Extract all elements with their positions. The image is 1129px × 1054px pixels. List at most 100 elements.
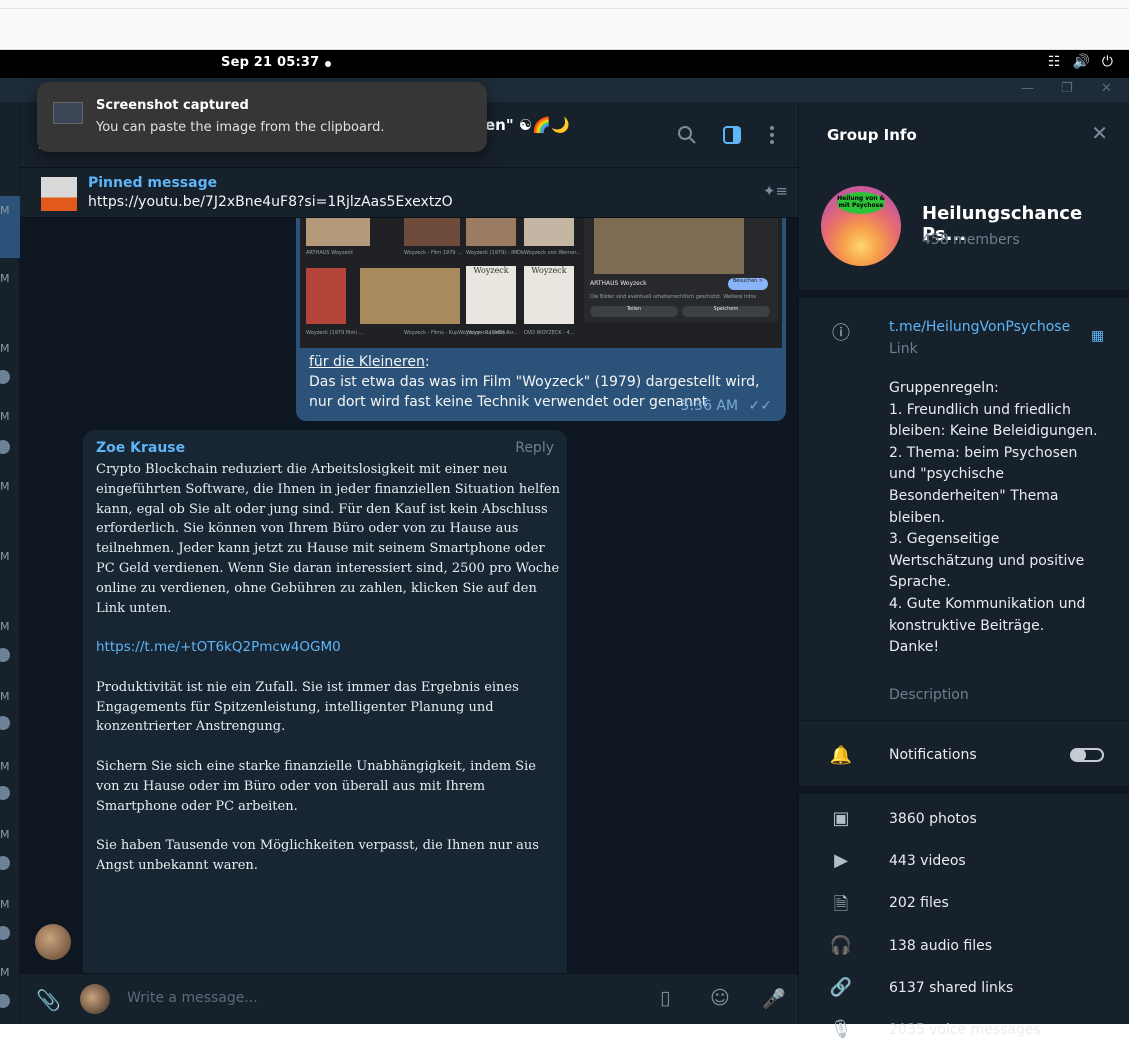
bot-commands-icon[interactable]: ▯ bbox=[660, 987, 670, 1009]
preview-title: ARTHAUS Woyzeck bbox=[590, 280, 647, 287]
volume-icon[interactable]: 🔊 bbox=[1072, 54, 1089, 70]
media-label: 3860 photos bbox=[889, 811, 977, 827]
image-tile bbox=[360, 268, 460, 324]
notifications-toggle[interactable] bbox=[1070, 748, 1104, 762]
microphone-icon[interactable]: 🎤 bbox=[762, 987, 786, 1010]
send-as-avatar[interactable] bbox=[80, 984, 110, 1014]
reply-button[interactable]: Reply bbox=[515, 440, 554, 456]
chat-list-time: M bbox=[0, 898, 10, 911]
chat-list-collapsed[interactable]: M M M M M M M M M M M M bbox=[0, 102, 20, 1024]
image-tile bbox=[306, 268, 346, 324]
message-link[interactable]: https://t.me/+tOT6kQ2Pmcw4OGM0 bbox=[96, 639, 341, 655]
group-info-panel: Group Info ✕ Heilung von & mit Psychose … bbox=[798, 102, 1129, 1040]
group-link[interactable]: t.me/HeilungVonPsychose bbox=[889, 319, 1070, 335]
chat-area: en" ☯🌈🌙 458 members Pinned message https… bbox=[20, 102, 798, 1024]
emoji-icon[interactable]: ☺ bbox=[710, 987, 730, 1009]
pinned-list-icon[interactable]: ✦≡ bbox=[763, 182, 788, 200]
media-label: 138 audio files bbox=[889, 938, 993, 954]
media-row-audio[interactable]: 🎧 138 audio files bbox=[799, 928, 1129, 970]
pinned-message-bar[interactable]: Pinned message https://youtu.be/7J2xBne4… bbox=[20, 168, 798, 218]
divider bbox=[799, 786, 1129, 794]
close-icon[interactable]: ✕ bbox=[1091, 121, 1108, 145]
incoming-body: Crypto Blockchain reduziert die Arbeitsl… bbox=[96, 460, 562, 896]
preview-image bbox=[594, 218, 744, 274]
pinned-thumbnail bbox=[41, 177, 77, 211]
screenshot-image[interactable]: ARTHAUS Woyzeck Woyzeck - Film 1979 ... … bbox=[300, 218, 782, 348]
video-icon: ▶ bbox=[834, 850, 848, 871]
sidebar-toggle-icon[interactable] bbox=[721, 124, 743, 146]
pinned-text[interactable]: https://youtu.be/7J2xBne4uF8?si=1RjlzAas… bbox=[88, 194, 453, 210]
preview-save-button: Speichern bbox=[682, 306, 770, 317]
chat-list-time: M bbox=[0, 480, 10, 493]
message-paragraph: Crypto Blockchain reduziert die Arbeitsl… bbox=[96, 462, 560, 616]
bell-icon: 🔔 bbox=[829, 745, 853, 766]
chat-title[interactable]: en" ☯🌈🌙 bbox=[485, 116, 570, 134]
image-tile bbox=[306, 218, 370, 246]
image-tile bbox=[466, 218, 516, 246]
qr-code-icon[interactable]: ▦ bbox=[1091, 328, 1104, 344]
unread-badge bbox=[0, 786, 10, 800]
power-icon[interactable]: ⏻ bbox=[1102, 54, 1113, 70]
rules-line: 1. Freundlich und friedlich bleiben: Kei… bbox=[889, 401, 1098, 440]
chat-list-time: M bbox=[0, 828, 10, 841]
unread-badge bbox=[0, 716, 10, 730]
unread-badge bbox=[0, 440, 10, 454]
chat-list-time: M bbox=[0, 620, 10, 633]
browser-strip bbox=[0, 0, 1129, 50]
media-row-photos[interactable]: ▣ 3860 photos bbox=[799, 801, 1129, 843]
message-input[interactable]: Write a message... bbox=[127, 990, 258, 1006]
message-link[interactable]: für die Kleineren bbox=[309, 354, 425, 370]
description-caption: Description bbox=[889, 687, 969, 703]
message-paragraph: Sie haben Tausende von Möglichkeiten ver… bbox=[96, 838, 539, 873]
headphones-icon: 🎧 bbox=[829, 935, 853, 956]
preview-visit-button: Besuchen > bbox=[728, 278, 768, 290]
incoming-message[interactable]: Zoe Krause Reply Crypto Blockchain reduz… bbox=[83, 430, 567, 1024]
more-options-icon[interactable] bbox=[761, 124, 783, 146]
unread-badge bbox=[0, 994, 10, 1008]
unread-badge bbox=[0, 926, 10, 940]
divider bbox=[799, 290, 1129, 298]
image-caption: Woyzeck (1979) - IMDb bbox=[466, 250, 525, 256]
image-caption: DVD WOYZECK - 4... bbox=[524, 330, 575, 336]
sender-name[interactable]: Zoe Krause bbox=[96, 440, 185, 456]
chat-list-time: M bbox=[0, 410, 10, 423]
screenshot-notification[interactable]: Screenshot captured You can paste the im… bbox=[37, 82, 487, 152]
sender-avatar[interactable] bbox=[35, 924, 71, 960]
outgoing-message[interactable]: ARTHAUS Woyzeck Woyzeck - Film 1979 ... … bbox=[296, 218, 786, 421]
info-icon: ⓘ bbox=[832, 323, 850, 344]
message-meta: 5:36 AM ✓✓ bbox=[681, 398, 772, 414]
media-row-links[interactable]: 🔗 6137 shared links bbox=[799, 970, 1129, 1012]
chat-list-time: M bbox=[0, 550, 10, 563]
network-icon[interactable]: ☷ bbox=[1048, 54, 1061, 70]
media-label: 202 files bbox=[889, 895, 949, 911]
poster-tile: Woyzeck bbox=[524, 266, 574, 324]
close-window-icon[interactable]: ✕ bbox=[1101, 81, 1112, 96]
media-row-voice[interactable]: 🎙 2035 voice messages bbox=[799, 1012, 1129, 1054]
clock[interactable]: Sep 21 05:37 bbox=[221, 55, 319, 70]
media-row-videos[interactable]: ▶ 443 videos bbox=[799, 843, 1129, 885]
chat-list-time: M bbox=[0, 966, 10, 979]
media-label: 6137 shared links bbox=[889, 980, 1014, 996]
message-paragraph: Sichern Sie sich eine starke finanzielle… bbox=[96, 758, 536, 814]
minimize-icon[interactable]: — bbox=[1021, 81, 1034, 96]
image-caption: ARTHAUS Woyzeck bbox=[306, 250, 354, 256]
group-info-title: Group Info bbox=[827, 126, 917, 144]
divider bbox=[799, 720, 1129, 721]
preview-share-button: Teilen bbox=[590, 306, 678, 317]
message-text-fragment: : bbox=[424, 354, 430, 370]
image-caption: Woyzeck von Werner... bbox=[524, 250, 581, 256]
message-paragraph: Produktivität ist nie ein Zufall. Sie is… bbox=[96, 679, 519, 735]
media-row-files[interactable]: 🗎 202 files bbox=[799, 885, 1129, 927]
image-caption: Woyzeck - Film 1979 ... bbox=[404, 250, 462, 256]
double-check-icon: ✓✓ bbox=[748, 398, 772, 414]
maximize-icon[interactable]: ❐ bbox=[1061, 81, 1073, 96]
preview-note: Die Bilder sind eventuell urheberrechtli… bbox=[590, 294, 757, 300]
media-label: 2035 voice messages bbox=[889, 1022, 1041, 1038]
system-topbar: Sep 21 05:37 ☷ 🔊 ⏻ bbox=[0, 50, 1129, 78]
group-info-header: Group Info ✕ bbox=[799, 102, 1129, 168]
group-avatar[interactable]: Heilung von & mit Psychose bbox=[821, 186, 901, 266]
search-icon[interactable] bbox=[676, 124, 698, 146]
attach-icon[interactable]: 📎 bbox=[36, 988, 61, 1012]
system-tray[interactable]: ☷ 🔊 ⏻ bbox=[1048, 54, 1113, 70]
image-preview-panel: ARTHAUS Woyzeck Besuchen > Die Bilder si… bbox=[584, 218, 778, 322]
